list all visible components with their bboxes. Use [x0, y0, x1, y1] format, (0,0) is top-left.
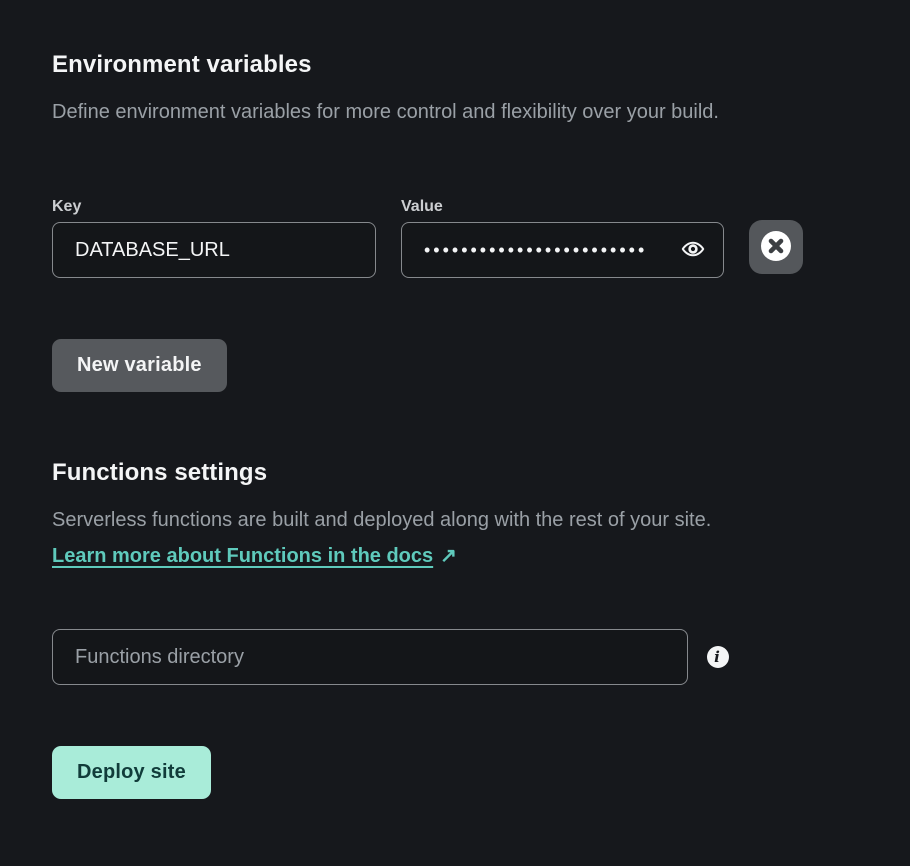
environment-variables-section: Environment variables Define environment…	[52, 52, 872, 392]
functions-docs-link[interactable]: Learn more about Functions in the docs	[52, 545, 433, 567]
key-input[interactable]	[52, 222, 376, 278]
environment-variables-title: Environment variables	[52, 52, 872, 78]
show-value-button[interactable]	[676, 233, 710, 267]
key-field-group: Key	[52, 197, 376, 278]
functions-directory-row: i	[52, 629, 872, 685]
functions-directory-input[interactable]	[52, 629, 688, 685]
functions-settings-title: Functions settings	[52, 460, 872, 486]
new-variable-button[interactable]: New variable	[52, 339, 227, 392]
info-icon[interactable]: i	[707, 646, 729, 668]
environment-variables-description: Define environment variables for more co…	[52, 99, 872, 126]
deploy-settings-page: Environment variables Define environment…	[0, 0, 910, 853]
functions-settings-section: Functions settings Serverless functions …	[52, 460, 872, 685]
remove-variable-button[interactable]	[749, 220, 803, 274]
eye-icon	[678, 237, 708, 264]
circle-x-icon	[760, 230, 792, 265]
deploy-site-button[interactable]: Deploy site	[52, 746, 211, 799]
value-field-group: Value	[401, 197, 724, 278]
functions-docs-link-line: Learn more about Functions in the docs ↗	[52, 544, 872, 568]
value-label: Value	[401, 197, 724, 217]
env-variable-row: Key Value	[52, 197, 872, 278]
functions-settings-description: Serverless functions are built and deplo…	[52, 507, 872, 534]
value-input-wrap	[401, 222, 724, 278]
key-label: Key	[52, 197, 376, 217]
external-link-arrow-icon: ↗	[440, 544, 457, 568]
